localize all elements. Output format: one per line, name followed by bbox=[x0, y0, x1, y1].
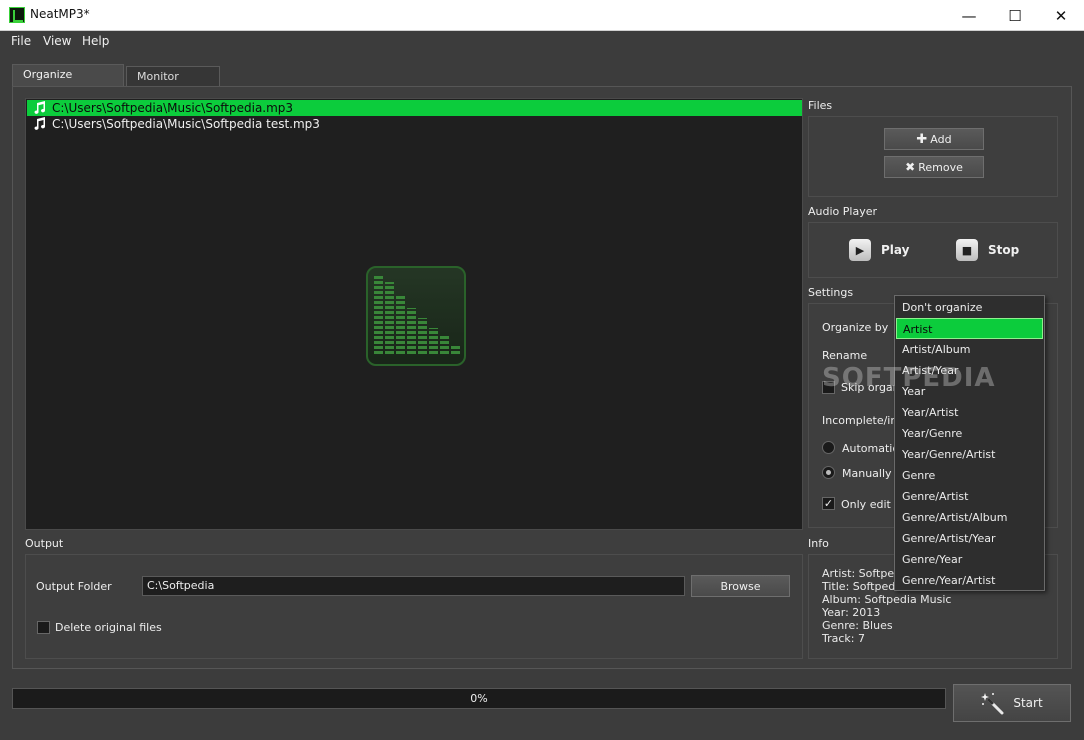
audio-player-label: Audio Player bbox=[808, 205, 877, 218]
audio-player-group bbox=[808, 222, 1058, 278]
app-logo-icon bbox=[9, 7, 25, 23]
music-note-icon bbox=[34, 117, 46, 130]
play-label: Play bbox=[881, 243, 910, 257]
softpedia-watermark: SOFTPEDIA bbox=[822, 363, 996, 393]
tab-organize-manually[interactable]: Organize Manually bbox=[12, 64, 124, 101]
info-genre: Genre: Blues bbox=[822, 619, 893, 632]
dropdown-option[interactable]: Don't organize bbox=[896, 297, 1043, 318]
organize-by-label: Organize by bbox=[822, 321, 889, 334]
dropdown-option[interactable]: Artist bbox=[896, 318, 1043, 339]
dropdown-option[interactable]: Artist/Album bbox=[896, 339, 1043, 360]
menu-file[interactable]: File bbox=[11, 34, 31, 48]
magic-wand-icon bbox=[981, 693, 1004, 715]
title-bar: NeatMP3* — ☐ ✕ bbox=[0, 0, 1084, 31]
files-section-label: Files bbox=[808, 99, 833, 112]
remove-label: Remove bbox=[918, 160, 963, 174]
list-item[interactable]: C:\Users\Softpedia\Music\Softpedia test.… bbox=[27, 116, 802, 132]
info-track: Track: 7 bbox=[822, 632, 865, 645]
rename-label: Rename bbox=[822, 349, 868, 362]
dropdown-option[interactable]: Year/Genre/Artist bbox=[896, 444, 1043, 465]
plus-icon: ✚ bbox=[916, 131, 928, 147]
app-logo-watermark bbox=[366, 266, 466, 366]
dropdown-option[interactable]: Genre/Artist bbox=[896, 486, 1043, 507]
minimize-button[interactable]: — bbox=[946, 0, 992, 31]
stop-button[interactable]: ■ Stop bbox=[956, 239, 1019, 261]
menu-view[interactable]: View bbox=[43, 34, 71, 48]
manually-radio[interactable] bbox=[822, 466, 835, 479]
dropdown-option[interactable]: Genre/Artist/Album bbox=[896, 507, 1043, 528]
play-button[interactable]: ▶ Play bbox=[849, 239, 909, 261]
delete-original-label: Delete original files bbox=[55, 621, 162, 634]
automatic-radio[interactable] bbox=[822, 441, 835, 454]
browse-button[interactable]: Browse bbox=[691, 575, 790, 597]
info-album: Album: Softpedia Music bbox=[822, 593, 952, 606]
output-folder-input[interactable]: C:\Softpedia bbox=[142, 576, 685, 596]
output-section-label: Output bbox=[25, 537, 64, 550]
play-icon: ▶ bbox=[849, 239, 871, 261]
maximize-button[interactable]: ☐ bbox=[992, 0, 1038, 31]
window-title: NeatMP3* bbox=[30, 7, 90, 21]
music-note-icon bbox=[34, 101, 46, 114]
dropdown-option[interactable]: Genre/Year/Artist bbox=[896, 570, 1043, 591]
output-group bbox=[25, 554, 803, 659]
dropdown-option[interactable]: Genre/Year bbox=[896, 549, 1043, 570]
info-artist: Artist: Softped bbox=[822, 567, 902, 580]
add-label: Add bbox=[930, 132, 952, 146]
dropdown-option[interactable]: Genre/Artist/Year bbox=[896, 528, 1043, 549]
dropdown-option[interactable]: Year/Artist bbox=[896, 402, 1043, 423]
info-title: Title: Softpedia bbox=[822, 580, 906, 593]
progress-text: 0% bbox=[470, 692, 488, 705]
organize-by-dropdown[interactable]: Don't organize Artist Artist/Album Artis… bbox=[894, 295, 1045, 591]
x-icon: ✖ bbox=[905, 160, 916, 174]
dropdown-option[interactable]: Year/Genre bbox=[896, 423, 1043, 444]
delete-original-checkbox[interactable] bbox=[37, 621, 50, 634]
list-item[interactable]: C:\Users\Softpedia\Music\Softpedia.mp3 bbox=[27, 100, 802, 116]
stop-label: Stop bbox=[988, 243, 1020, 257]
info-section-label: Info bbox=[808, 537, 829, 550]
close-button[interactable]: ✕ bbox=[1038, 0, 1084, 31]
menu-help[interactable]: Help bbox=[82, 34, 109, 48]
manually-label: Manually bbox=[842, 467, 892, 480]
tab-monitor-folder[interactable]: Monitor Folder bbox=[126, 66, 220, 103]
settings-label: Settings bbox=[808, 286, 854, 299]
start-button[interactable]: Start bbox=[953, 684, 1071, 722]
start-label: Start bbox=[1013, 696, 1043, 710]
progress-bar: 0% bbox=[12, 688, 946, 709]
only-edit-checkbox[interactable]: ✓ bbox=[822, 497, 835, 510]
add-button[interactable]: ✚ Add bbox=[884, 128, 984, 150]
menu-bar: File View Help bbox=[0, 31, 1084, 52]
output-folder-label: Output Folder bbox=[36, 580, 112, 593]
stop-icon: ■ bbox=[956, 239, 978, 261]
file-path: C:\Users\Softpedia\Music\Softpedia.mp3 bbox=[52, 101, 294, 115]
file-list[interactable]: C:\Users\Softpedia\Music\Softpedia.mp3 C… bbox=[25, 98, 803, 530]
dropdown-option[interactable]: Genre bbox=[896, 465, 1043, 486]
info-year: Year: 2013 bbox=[822, 606, 881, 619]
incomplete-label: Incomplete/inv bbox=[822, 414, 904, 427]
file-path: C:\Users\Softpedia\Music\Softpedia test.… bbox=[52, 117, 320, 131]
remove-button[interactable]: ✖ Remove bbox=[884, 156, 984, 178]
